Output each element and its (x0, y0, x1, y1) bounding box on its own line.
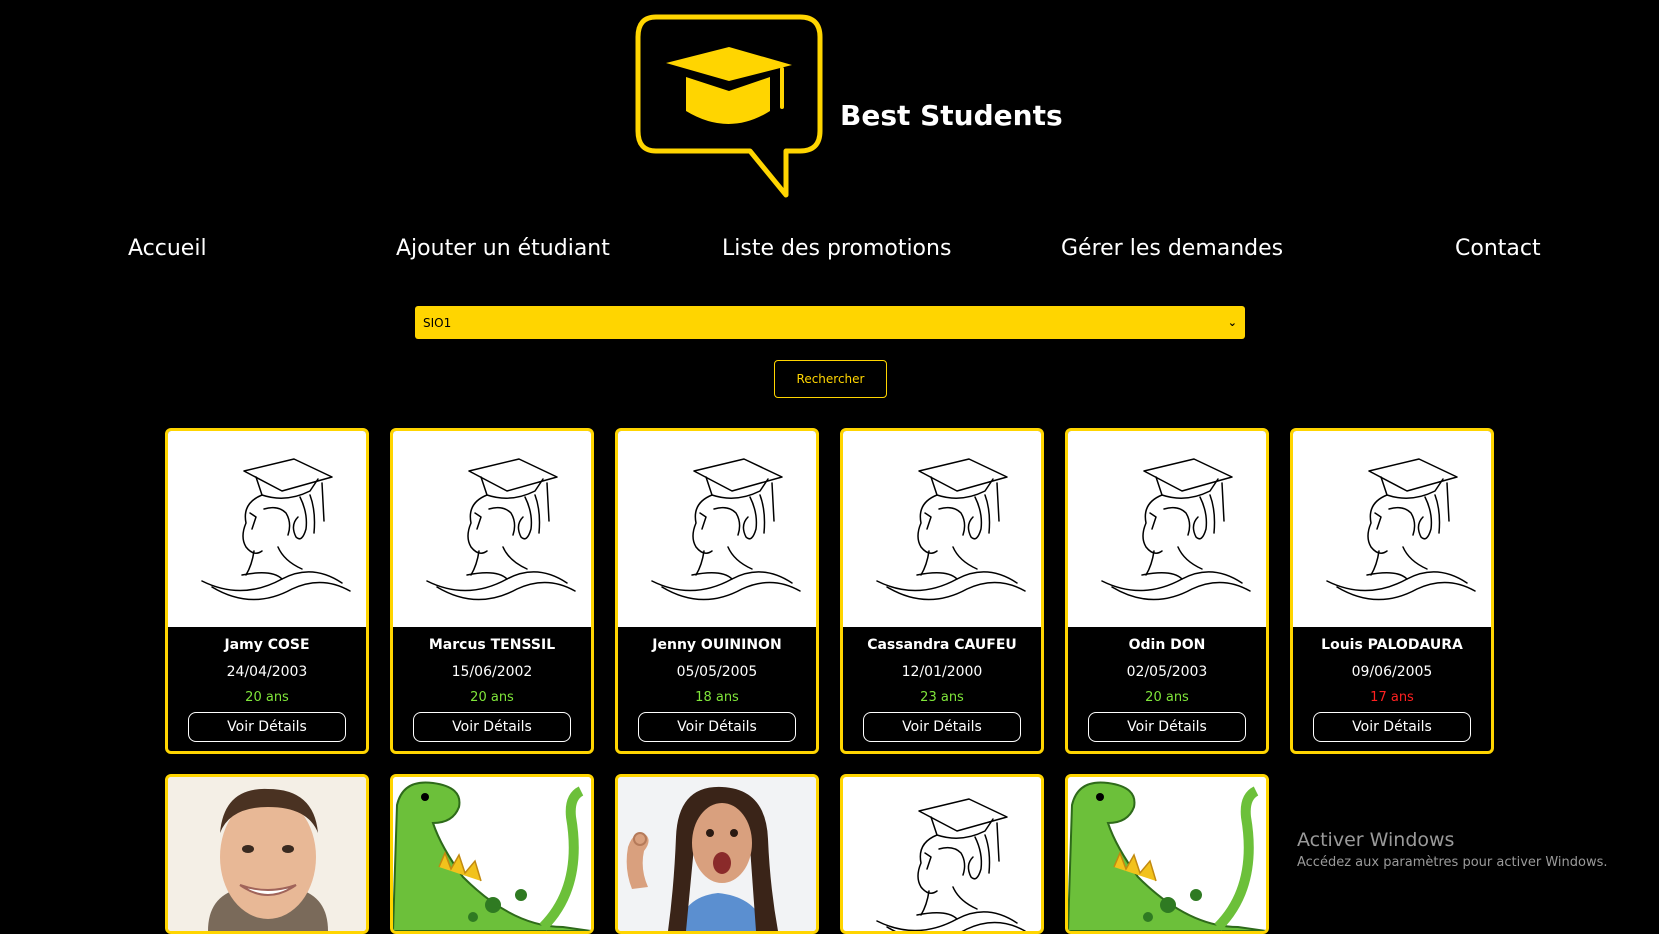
student-card: Louis PALODAURA 09/06/2005 17 ans Voir D… (1290, 428, 1494, 754)
watermark-title: Activer Windows (1297, 829, 1455, 851)
details-button[interactable]: Voir Détails (1088, 712, 1246, 742)
student-card (615, 774, 819, 934)
details-button[interactable]: Voir Détails (863, 712, 1021, 742)
student-age: 20 ans (470, 690, 514, 705)
details-button[interactable]: Voir Détails (188, 712, 346, 742)
nav-accueil[interactable]: Accueil (128, 236, 207, 261)
student-card (165, 774, 369, 934)
student-card: Odin DON 02/05/2003 20 ans Voir Détails (1065, 428, 1269, 754)
nav-contact[interactable]: Contact (1455, 236, 1541, 261)
student-card (390, 774, 594, 934)
graduate-line-drawing-icon (407, 451, 577, 611)
student-photo (1068, 431, 1266, 627)
student-dob: 02/05/2003 (1126, 664, 1208, 680)
nav-liste-promotions[interactable]: Liste des promotions (722, 236, 951, 261)
student-name: Marcus TENSSIL (428, 637, 556, 653)
student-dob: 24/04/2003 (226, 664, 308, 680)
graduate-line-drawing-icon (1307, 451, 1477, 611)
student-name: Jenny OUININON (652, 637, 782, 653)
student-name: Jamy COSE (224, 637, 310, 653)
student-age: 23 ans (920, 690, 964, 705)
green-dinosaur-illustration (393, 777, 591, 931)
nav-gerer-demandes[interactable]: Gérer les demandes (1061, 236, 1283, 261)
student-photo (168, 431, 366, 627)
student-age: 20 ans (245, 690, 289, 705)
woman-ok-gesture-photo (618, 777, 816, 931)
details-button[interactable]: Voir Détails (638, 712, 796, 742)
chevron-down-icon: ⌄ (1227, 316, 1237, 329)
student-age: 17 ans (1370, 690, 1414, 705)
student-age: 20 ans (1145, 690, 1189, 705)
student-dob: 15/06/2002 (451, 664, 533, 680)
man-portrait-photo (168, 777, 366, 931)
student-card: Cassandra CAUFEU 12/01/2000 23 ans Voir … (840, 428, 1044, 754)
student-dob: 05/05/2005 (676, 664, 758, 680)
student-photo (618, 431, 816, 627)
student-dob: 12/01/2000 (901, 664, 983, 680)
graduation-cap-chat-bubble-icon (635, 14, 823, 198)
watermark-subtitle: Accédez aux paramètres pour activer Wind… (1297, 855, 1608, 870)
nav-ajouter-etudiant[interactable]: Ajouter un étudiant (396, 236, 610, 261)
graduate-line-drawing-icon (857, 791, 1027, 934)
details-button[interactable]: Voir Détails (1313, 712, 1471, 742)
graduate-line-drawing-icon (182, 451, 352, 611)
search-button[interactable]: Rechercher (774, 360, 887, 398)
student-card: Jenny OUININON 05/05/2005 18 ans Voir Dé… (615, 428, 819, 754)
details-button[interactable]: Voir Détails (413, 712, 571, 742)
main-nav: Accueil Ajouter un étudiant Liste des pr… (0, 236, 1659, 272)
promotion-select-value: SIO1 (423, 315, 452, 330)
student-photo (843, 431, 1041, 627)
student-card (1065, 774, 1269, 934)
promotion-select[interactable]: SIO1 ⌄ (415, 306, 1245, 339)
student-card: Jamy COSE 24/04/2003 20 ans Voir Détails (165, 428, 369, 754)
student-name: Cassandra CAUFEU (867, 637, 1017, 653)
student-card: Marcus TENSSIL 15/06/2002 20 ans Voir Dé… (390, 428, 594, 754)
green-dinosaur-illustration (1068, 777, 1266, 931)
student-age: 18 ans (695, 690, 739, 705)
student-dob: 09/06/2005 (1351, 664, 1433, 680)
graduate-line-drawing-icon (632, 451, 802, 611)
graduate-line-drawing-icon (1082, 451, 1252, 611)
site-header: Best Students (634, 13, 1074, 198)
student-photo (1293, 431, 1491, 627)
graduate-line-drawing-icon (857, 451, 1027, 611)
brand-title: Best Students (840, 99, 1063, 132)
student-card (840, 774, 1044, 934)
windows-activation-watermark: Activer Windows Accédez aux paramètres p… (1297, 829, 1608, 870)
student-name: Odin DON (1128, 637, 1206, 653)
student-name: Louis PALODAURA (1321, 637, 1463, 653)
student-photo (393, 431, 591, 627)
